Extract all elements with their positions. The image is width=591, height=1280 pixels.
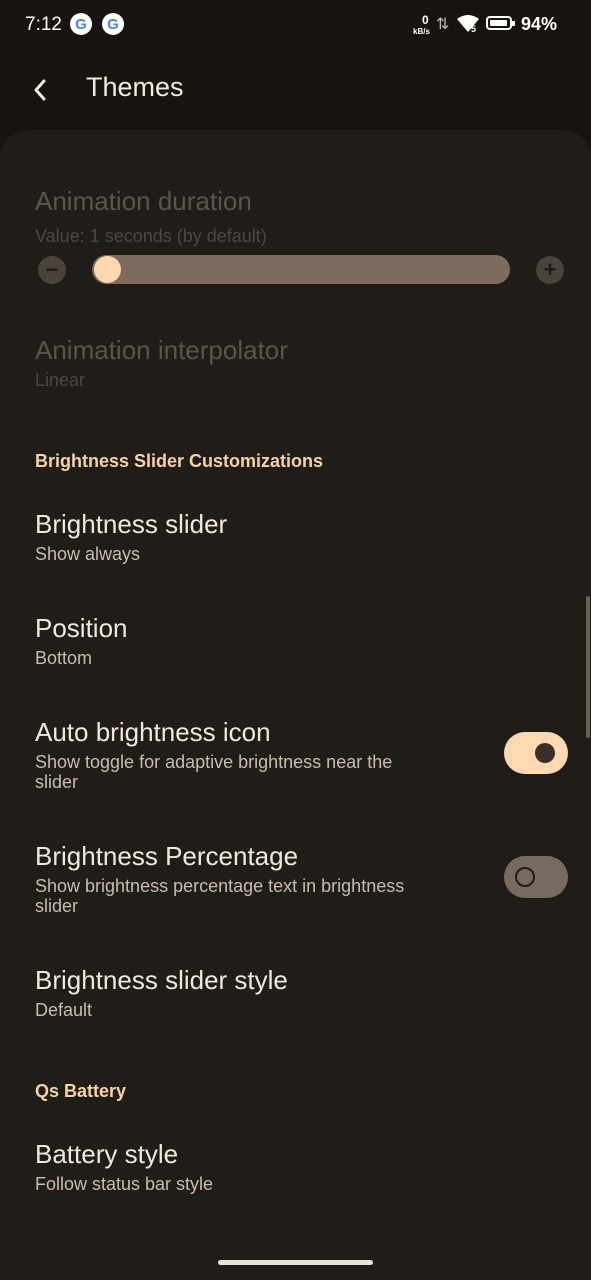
position-title: Position	[35, 613, 128, 643]
back-button[interactable]	[28, 76, 54, 104]
home-indicator[interactable]	[218, 1260, 373, 1265]
animation-duration-value: Value: 1 seconds (by default)	[35, 226, 267, 246]
clock: 7:12	[25, 14, 62, 35]
wifi-icon: 5	[456, 14, 480, 39]
brightness-percentage-summary-line1: Show brightness percentage text in brigh…	[35, 876, 405, 896]
animation-interpolator-title: Animation interpolator	[35, 335, 288, 365]
brightness-percentage-toggle[interactable]	[504, 856, 568, 898]
decrease-button[interactable]: −	[38, 256, 66, 284]
brightness-slider-style-value: Default	[35, 1000, 93, 1020]
google-notification-icon: G	[102, 13, 124, 35]
position-value: Bottom	[35, 648, 93, 668]
auto-brightness-icon-summary-line1: Show toggle for adaptive brightness near…	[35, 752, 393, 772]
brightness-percentage-summary-line2: slider	[35, 896, 79, 916]
battery-percentage: 94%	[521, 14, 558, 34]
section-header-qs-battery: Qs Battery	[35, 1081, 127, 1101]
brightness-slider-title: Brightness slider	[35, 509, 228, 539]
animation-interpolator-value: Linear	[35, 370, 86, 390]
back-arrow-icon	[34, 79, 46, 101]
battery-icon	[486, 16, 515, 30]
brightness-slider-value: Show always	[35, 544, 141, 564]
status-bar: 7:12 G G 0 kB/s ⇅ 5 94%	[0, 0, 591, 52]
toggle-knob	[515, 867, 535, 887]
battery-style-title: Battery style	[35, 1139, 179, 1169]
toggle-knob	[535, 743, 555, 763]
auto-brightness-icon-summary-line2: slider	[35, 772, 79, 792]
brightness-slider-style-title: Brightness slider style	[35, 965, 288, 995]
increase-button[interactable]: +	[536, 256, 564, 284]
settings-list	[0, 130, 591, 1280]
network-speed-value: 0	[422, 13, 429, 27]
section-header-brightness: Brightness Slider Customizations	[35, 451, 324, 471]
battery-style-value: Follow status bar style	[35, 1174, 214, 1194]
auto-brightness-icon-toggle[interactable]	[504, 732, 568, 774]
wifi-generation-label: 5	[471, 24, 477, 34]
brightness-percentage-title: Brightness Percentage	[35, 841, 299, 871]
network-speed-indicator: 0 kB/s	[413, 13, 435, 37]
animation-duration-slider[interactable]	[92, 255, 510, 284]
page-title: Themes	[86, 72, 184, 102]
network-speed-unit: kB/s	[413, 27, 430, 36]
data-activity-icon: ⇅	[436, 16, 450, 33]
auto-brightness-icon-title: Auto brightness icon	[35, 717, 271, 747]
google-notification-icon: G	[70, 13, 92, 35]
slider-thumb[interactable]	[94, 256, 121, 283]
scrollbar[interactable]	[586, 596, 590, 738]
animation-duration-title: Animation duration	[35, 186, 252, 216]
